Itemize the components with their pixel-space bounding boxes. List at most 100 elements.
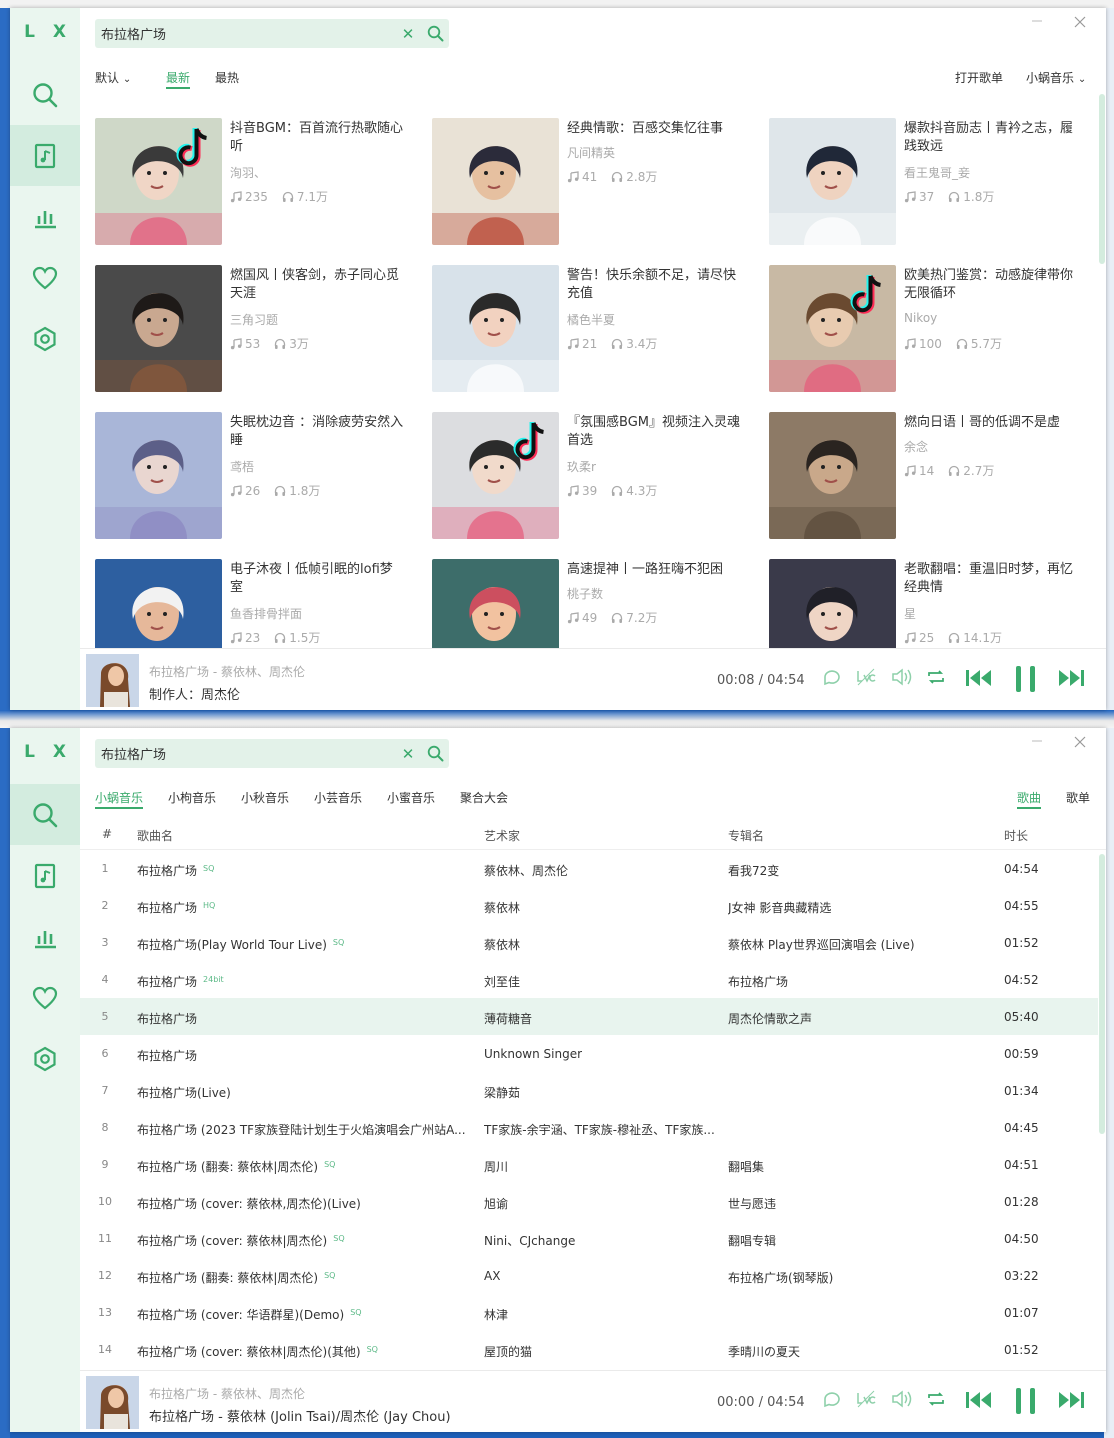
playlist-card[interactable]: 电子沐夜丨低帧引眠的lofi梦室 鱼香排骨拌面 23 1.5万: [95, 559, 415, 648]
playlist-cover[interactable]: [95, 559, 222, 648]
song-name[interactable]: 布拉格广场 (翻奏: 蔡依林|周杰伦) SQ: [137, 1269, 335, 1286]
source-dropdown[interactable]: 小蜗音乐 ⌄: [1026, 69, 1086, 86]
playlist-cover[interactable]: [769, 118, 896, 245]
playlist-cover[interactable]: [432, 412, 559, 539]
song-album[interactable]: 布拉格广场(钢琴版): [728, 1269, 833, 1286]
song-name[interactable]: 布拉格广场 24bit: [137, 973, 224, 990]
song-album[interactable]: 布拉格广场: [728, 973, 788, 990]
playlist-card[interactable]: 抖音BGM：百首流行热歌随心听 洵羽、 235 7.1万: [95, 118, 415, 246]
sidebar-item-playlists[interactable]: [10, 125, 80, 186]
tab-latest[interactable]: 最新: [166, 69, 190, 86]
song-artist[interactable]: 林津: [484, 1306, 508, 1323]
playlist-card[interactable]: 老歌翻唱：重温旧时梦，再忆经典情星 25 14.1万: [769, 559, 1089, 648]
song-artist[interactable]: 蔡依林、周杰伦: [484, 862, 568, 879]
playlist-card[interactable]: 警告！快乐余额不足，请尽快充值 橘色半夏 21 3.4万: [432, 265, 752, 393]
song-artist[interactable]: Nini、CJchange: [484, 1232, 575, 1249]
sidebar-item-search[interactable]: [10, 64, 80, 125]
close-window-icon[interactable]: [1072, 734, 1088, 750]
volume-icon[interactable]: [890, 667, 912, 687]
playlist-cover[interactable]: [95, 412, 222, 539]
pause-icon[interactable]: [1012, 665, 1040, 693]
scrollbar[interactable]: [1099, 94, 1105, 264]
search-input[interactable]: [95, 746, 395, 761]
sidebar-item-search[interactable]: [10, 784, 80, 845]
table-row[interactable]: 3 布拉格广场(Play World Tour Live) SQ 蔡依林 蔡依林 Pla…: [80, 924, 1098, 961]
tab-playlists[interactable]: 歌单: [1066, 789, 1090, 806]
playlist-card[interactable]: 爆款抖音励志丨青衿之志，履践致远 看王鬼哥_妾 37 1.8万: [769, 118, 1089, 246]
song-name[interactable]: 布拉格广场 HQ: [137, 899, 215, 916]
sidebar-item-charts[interactable]: [10, 186, 80, 247]
song-artist[interactable]: TF家族-余宇涵、TF家族-穆祉丞、TF家族...: [484, 1121, 715, 1138]
repeat-icon[interactable]: [926, 667, 946, 687]
table-row[interactable]: 4 布拉格广场 24bit 刘至佳 布拉格广场 04:52: [80, 961, 1098, 998]
table-row[interactable]: 11 布拉格广场 (cover: 蔡依林|周杰伦) SQ Nini、CJchange 翻…: [80, 1220, 1098, 1257]
song-artist[interactable]: Unknown Singer: [484, 1047, 582, 1061]
song-artist[interactable]: 蔡依林: [484, 899, 520, 916]
playlist-cover[interactable]: [95, 265, 222, 392]
playlist-cover[interactable]: [769, 559, 896, 648]
lyrics-icon[interactable]: [856, 667, 876, 687]
open-playlist-button[interactable]: 打开歌单: [955, 69, 1003, 86]
previous-track-icon[interactable]: [964, 667, 994, 689]
tab-hottest[interactable]: 最热: [215, 69, 239, 86]
song-artist[interactable]: 刘至佳: [484, 973, 520, 990]
song-album[interactable]: 季晴川の夏天: [728, 1343, 800, 1360]
playlist-card[interactable]: 燃向日语丨哥的低调不是虚 余念 14 2.7万: [769, 412, 1089, 540]
minimize-icon[interactable]: [1030, 734, 1044, 748]
song-album[interactable]: 看我72变: [728, 862, 779, 879]
table-row[interactable]: 8 布拉格广场 (2023 TF家族登陆计划生于火焰演唱会广州站A... TF家族-…: [80, 1109, 1098, 1146]
search-button[interactable]: [421, 25, 449, 42]
sidebar-item-settings[interactable]: [10, 308, 80, 369]
song-artist[interactable]: 蔡依林: [484, 936, 520, 953]
playlist-cover[interactable]: [769, 265, 896, 392]
tab-source[interactable]: 小蜗音乐: [95, 789, 143, 806]
table-row[interactable]: 9 布拉格广场 (翻奏: 蔡依林|周杰伦) SQ 周川 翻唱集 04:51: [80, 1146, 1098, 1183]
sidebar-item-settings[interactable]: [10, 1028, 80, 1089]
playlist-title[interactable]: 失眠枕边音 ：消除疲劳安然入睡: [230, 414, 405, 450]
song-name[interactable]: 布拉格广场 SQ: [137, 862, 214, 879]
playlist-card[interactable]: 『氛围感BGM』视频注入灵魂首选 玖柔r 39 4.3万: [432, 412, 752, 540]
previous-track-icon[interactable]: [964, 1389, 994, 1411]
repeat-icon[interactable]: [926, 1389, 946, 1409]
playlist-card[interactable]: 燃国风丨侠客剑，赤子同心觅天涯 三角习题 53 3万: [95, 265, 415, 393]
sidebar-item-favorites[interactable]: [10, 967, 80, 1028]
tab-source[interactable]: 小芸音乐: [314, 789, 362, 806]
song-artist[interactable]: AX: [484, 1269, 500, 1283]
playlist-title[interactable]: 燃向日语丨哥的低调不是虚: [904, 414, 1079, 432]
playlist-cover[interactable]: [432, 559, 559, 648]
playlist-title[interactable]: 经典情歌：百感交集忆往事: [567, 120, 742, 138]
song-name[interactable]: 布拉格广场 (翻奏: 蔡依林|周杰伦) SQ: [137, 1158, 335, 1175]
playlist-title[interactable]: 警告！快乐余额不足，请尽快充值: [567, 267, 742, 303]
song-album[interactable]: 周杰伦情歌之声: [728, 1010, 812, 1027]
table-row[interactable]: 7 布拉格广场(Live) 梁静茹 01:34: [80, 1072, 1098, 1109]
song-artist[interactable]: 梁静茹: [484, 1084, 520, 1101]
song-name[interactable]: 布拉格广场: [137, 1010, 197, 1027]
scrollbar[interactable]: [1099, 854, 1105, 1134]
now-playing-cover[interactable]: [86, 654, 139, 707]
song-name[interactable]: 布拉格广场(Play World Tour Live) SQ: [137, 936, 344, 953]
song-name[interactable]: 布拉格广场 (cover: 蔡依林|周杰伦) SQ: [137, 1232, 345, 1249]
tab-source[interactable]: 小枸音乐: [168, 789, 216, 806]
playlist-title[interactable]: 老歌翻唱：重温旧时梦，再忆经典情: [904, 561, 1079, 597]
lyrics-icon[interactable]: [856, 1389, 876, 1409]
playlist-title[interactable]: 燃国风丨侠客剑，赤子同心觅天涯: [230, 267, 405, 303]
sort-dropdown[interactable]: 默认 ⌄: [95, 69, 131, 86]
playlist-cover[interactable]: [432, 265, 559, 392]
song-name[interactable]: 布拉格广场: [137, 1047, 197, 1064]
search-input[interactable]: [95, 26, 395, 41]
song-album[interactable]: 翻唱专辑: [728, 1232, 776, 1249]
pause-icon[interactable]: [1012, 1387, 1040, 1415]
song-name[interactable]: 布拉格广场 (cover: 蔡依林|周杰伦)(其他) SQ: [137, 1343, 378, 1360]
minimize-icon[interactable]: [1030, 14, 1044, 28]
table-row[interactable]: 1 布拉格广场 SQ 蔡依林、周杰伦 看我72变 04:54: [80, 850, 1098, 887]
table-row[interactable]: 12 布拉格广场 (翻奏: 蔡依林|周杰伦) SQ AX 布拉格广场(钢琴版) 03:22: [80, 1257, 1098, 1294]
tab-source[interactable]: 小蜜音乐: [387, 789, 435, 806]
playlist-title[interactable]: 抖音BGM：百首流行热歌随心听: [230, 120, 405, 156]
close-window-icon[interactable]: [1072, 14, 1088, 30]
song-artist[interactable]: 周川: [484, 1158, 508, 1175]
table-row[interactable]: 2 布拉格广场 HQ 蔡依林 J女神 影音典藏精选 04:55: [80, 887, 1098, 924]
table-row[interactable]: 5 布拉格广场 薄荷糖音 周杰伦情歌之声 05:40: [80, 998, 1098, 1035]
song-album[interactable]: J女神 影音典藏精选: [728, 899, 831, 916]
tab-source[interactable]: 小秋音乐: [241, 789, 289, 806]
playlist-card[interactable]: 高速提神丨一路狂嗨不犯困 桃子数 49 7.2万: [432, 559, 752, 648]
